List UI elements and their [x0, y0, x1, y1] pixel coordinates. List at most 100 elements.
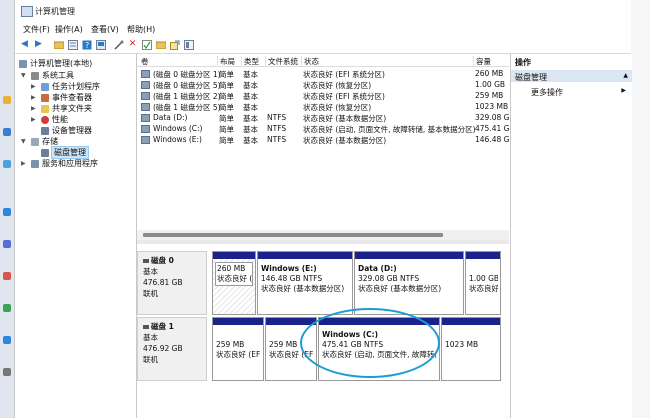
- tree-item-event-viewer[interactable]: ▶ 事件查看器: [31, 92, 92, 103]
- partition-disk0-recovery[interactable]: 1.00 GB 状态良好 (f: [465, 251, 501, 315]
- back-arrow-icon[interactable]: ◀: [19, 39, 30, 50]
- actions-section-label: 磁盘管理: [515, 73, 547, 82]
- delete-icon[interactable]: ✕: [127, 39, 138, 50]
- volume-list: 卷 布局 类型 文件系统 状态 容量 (磁盘 0 磁盘分区 1) 简单 基本 状态良好…: [137, 54, 515, 240]
- tree-item-storage[interactable]: ▼ 存储: [21, 136, 58, 147]
- cell-capacity: 146.48 GB: [475, 135, 515, 144]
- menu-view[interactable]: 查看(V): [91, 24, 119, 35]
- table-row[interactable]: (磁盘 1 磁盘分区 2) 简单 基本 状态良好 (EFI 系统分区) 259 MB: [137, 90, 509, 101]
- tree-item-services-apps[interactable]: ▶ 服务和应用程序: [21, 158, 98, 169]
- partition-status: 状态良好 (f: [469, 284, 498, 293]
- tree-item-device-manager[interactable]: 设备管理器: [41, 125, 92, 136]
- partition-windows-e[interactable]: Windows (E:) 146.48 GB NTFS 状态良好 (基本数据分区…: [257, 251, 353, 315]
- shared-folder-icon: [41, 104, 49, 113]
- partition-data-d[interactable]: Data (D:) 329.08 GB NTFS 状态良好 (基本数据分区): [354, 251, 464, 315]
- check-icon[interactable]: [141, 39, 152, 50]
- table-row[interactable]: Windows (C:) 简单 基本 NTFS 状态良好 (启动, 页面文件, 故障转储…: [137, 123, 515, 134]
- disk-size: 476.92 GB: [143, 344, 183, 353]
- tree-item-task-scheduler[interactable]: ▶ 任务计划程序: [31, 81, 100, 92]
- cell-capacity: 260 MB: [475, 69, 504, 78]
- chevron-right-icon[interactable]: ▶: [31, 94, 38, 101]
- view-icon[interactable]: [183, 39, 194, 50]
- up-folder-icon[interactable]: [53, 39, 64, 50]
- tree-item-shared-folders[interactable]: ▶ 共享文件夹: [31, 103, 92, 114]
- scrollbar-thumb[interactable]: [143, 233, 443, 237]
- volume-icon: [141, 114, 150, 122]
- actions-section-disk-management[interactable]: 磁盘管理 ▲: [511, 70, 632, 82]
- disk-state: 联机: [143, 355, 158, 364]
- desktop-app-icon: [3, 240, 11, 248]
- tree-item-label: 磁盘管理: [51, 146, 89, 159]
- partition-disk1-recovery[interactable]: 1023 MB: [441, 317, 501, 381]
- more-actions-link[interactable]: 更多操作: [531, 87, 563, 98]
- desktop-app-icon: [3, 160, 11, 168]
- column-header-filesystem[interactable]: 文件系统: [265, 56, 298, 67]
- column-header-layout[interactable]: 布局: [217, 56, 235, 67]
- chevron-down-icon[interactable]: ▼: [21, 72, 28, 79]
- cell-volume: Windows (C:): [153, 124, 203, 133]
- tree-item-disk-management[interactable]: 磁盘管理: [41, 146, 89, 159]
- help-icon[interactable]: ?: [81, 39, 92, 50]
- tree-item-performance[interactable]: ▶ 性能: [31, 114, 68, 125]
- partition-bar: [442, 318, 500, 325]
- tree-item-label: 共享文件夹: [52, 104, 92, 113]
- chevron-right-icon[interactable]: ▶: [31, 116, 38, 123]
- chevron-right-icon[interactable]: ▶: [31, 83, 38, 90]
- chevron-down-icon[interactable]: ▼: [21, 138, 28, 145]
- table-row[interactable]: (磁盘 1 磁盘分区 5) 简单 基本 状态良好 (恢复分区) 1023 MB: [137, 101, 509, 112]
- column-header-type[interactable]: 类型: [241, 56, 259, 67]
- collapse-up-icon[interactable]: ▲: [623, 72, 628, 79]
- chevron-right-icon[interactable]: ▶: [621, 87, 626, 94]
- cell-status: 状态良好 (基本数据分区): [303, 136, 387, 145]
- partition-disk0-efi[interactable]: 260 MB 状态良好 (EFI: [212, 251, 256, 315]
- menu-file[interactable]: 文件(F): [23, 24, 50, 35]
- desktop-right-strip: [630, 0, 650, 418]
- column-header-volume[interactable]: 卷: [139, 56, 149, 67]
- window-title: 计算机管理: [35, 7, 75, 16]
- desktop-app-icon: [3, 272, 11, 280]
- table-row[interactable]: Data (D:) 简单 基本 NTFS 状态良好 (基本数据分区) 329.08 GB: [137, 112, 515, 123]
- storage-icon: [31, 137, 39, 146]
- horizontal-scrollbar[interactable]: [137, 230, 509, 240]
- disk-name: 磁盘 0: [151, 256, 174, 265]
- chevron-right-icon[interactable]: ▶: [21, 160, 28, 167]
- table-row[interactable]: Windows (E:) 简单 基本 NTFS 状态良好 (基本数据分区) 146.48 …: [137, 134, 515, 145]
- tree-item-root[interactable]: 计算机管理(本地): [19, 58, 92, 69]
- partition-size: 259 MB: [269, 340, 298, 349]
- partition-title: Windows (E:): [261, 264, 317, 273]
- properties-icon[interactable]: [67, 39, 78, 50]
- menu-help[interactable]: 帮助(H): [127, 24, 155, 35]
- partition-bar: [466, 252, 500, 259]
- export-icon[interactable]: [169, 39, 180, 50]
- tree-item-label: 事件查看器: [52, 93, 92, 102]
- cell-capacity: 475.41 GB: [475, 124, 515, 133]
- desktop-app-icon: [3, 336, 11, 344]
- disk-0-row: 磁盘 0 基本 476.81 GB 联机 260 MB 状态良好 (EFI Wi…: [137, 251, 502, 317]
- partition-bar: [355, 252, 463, 259]
- connect-icon[interactable]: [113, 39, 124, 50]
- partition-bar: [213, 318, 263, 325]
- menu-action[interactable]: 操作(A): [55, 24, 83, 35]
- folder-icon[interactable]: [155, 39, 166, 50]
- actions-pane: 操作 磁盘管理 ▲ 更多操作 ▶: [510, 54, 632, 418]
- partition-bar: [213, 252, 255, 259]
- partition-disk1-efi[interactable]: 259 MB 状态良好 (EFI: [212, 317, 264, 381]
- chevron-right-icon[interactable]: ▶: [31, 105, 38, 112]
- console-icon[interactable]: [95, 39, 106, 50]
- tree-item-system-tools[interactable]: ▼ 系统工具: [21, 70, 74, 81]
- forward-arrow-icon[interactable]: ▶: [33, 39, 44, 50]
- table-row[interactable]: (磁盘 0 磁盘分区 1) 简单 基本 状态良好 (EFI 系统分区) 260 MB: [137, 68, 509, 79]
- tree-item-label: 任务计划程序: [52, 82, 100, 91]
- cell-layout: 简单: [219, 136, 234, 145]
- disk-size: 476.81 GB: [143, 278, 183, 287]
- tree-item-label: 设备管理器: [52, 126, 92, 135]
- column-header-capacity[interactable]: 容量: [473, 56, 491, 67]
- cell-capacity: 329.08 GB: [475, 113, 515, 122]
- disk-0-label[interactable]: 磁盘 0 基本 476.81 GB 联机: [137, 251, 207, 315]
- table-row[interactable]: (磁盘 0 磁盘分区 5) 简单 基本 状态良好 (恢复分区) 1.00 GB: [137, 79, 509, 90]
- disk-1-label[interactable]: 磁盘 1 基本 476.92 GB 联机: [137, 317, 207, 381]
- partition-bar: [258, 252, 352, 259]
- column-header-status[interactable]: 状态: [301, 56, 319, 67]
- partition-size: 1023 MB: [445, 340, 479, 349]
- volume-icon: [141, 81, 150, 89]
